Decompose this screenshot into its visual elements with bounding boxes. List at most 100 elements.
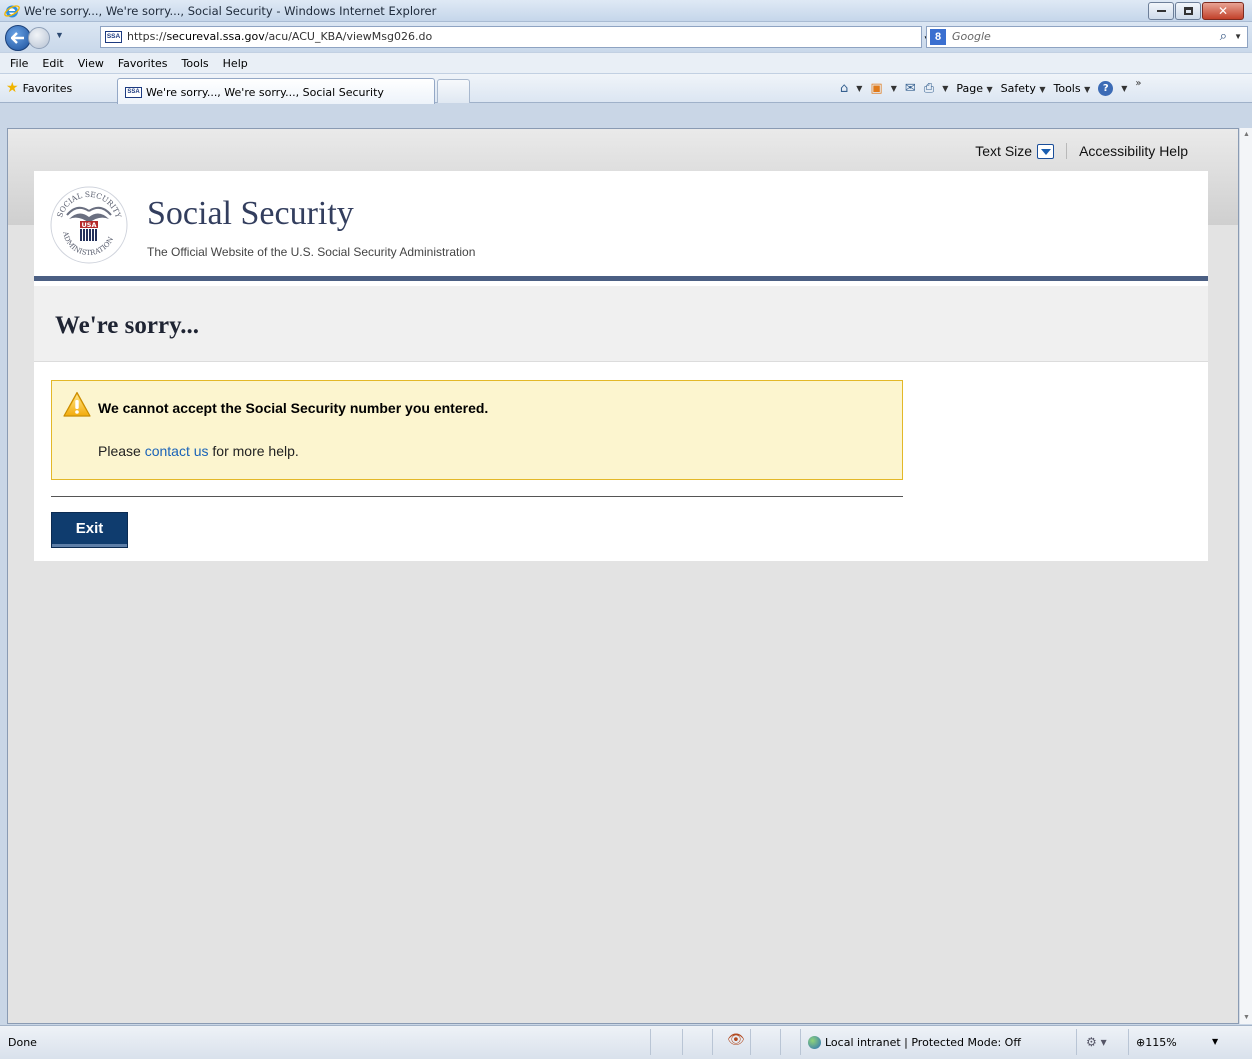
zoom-level[interactable]: ⊕115% [1136, 1036, 1177, 1049]
tab-label: We're sorry..., We're sorry..., Social S… [146, 86, 384, 99]
ssa-favicon: SSA [125, 87, 142, 98]
privacy-report-icon[interactable]: 👁 [727, 1032, 745, 1048]
home-icon[interactable]: ⌂ [840, 81, 848, 96]
menu-help[interactable]: Help [223, 57, 248, 70]
svg-text:USA: USA [82, 221, 97, 229]
favorites-label: Favorites [22, 81, 73, 95]
menu-file[interactable]: File [10, 57, 28, 70]
local-intranet-icon [808, 1036, 821, 1049]
back-arrow-icon [11, 32, 24, 44]
maximize-button[interactable] [1175, 2, 1201, 20]
maximize-icon [1183, 7, 1193, 15]
menu-edit[interactable]: Edit [42, 57, 63, 70]
page-content: SOCIAL SECURITY ADMINISTRATION USA Socia… [34, 171, 1208, 561]
print-dropdown-icon[interactable]: ▼ [942, 84, 948, 93]
search-placeholder: Google [952, 30, 991, 43]
text-size-label[interactable]: Text Size [975, 143, 1032, 159]
status-divider [712, 1029, 713, 1055]
safety-menu[interactable]: Safety ▼ [1001, 82, 1046, 95]
status-divider [1076, 1029, 1077, 1055]
alert-message: We cannot accept the Social Security num… [98, 400, 489, 416]
page-menu[interactable]: Page ▼ [956, 82, 992, 95]
text-size-dropdown-button[interactable] [1037, 143, 1055, 159]
page-heading-band: We're sorry... [34, 286, 1208, 362]
search-icon[interactable]: ⌕ [1220, 28, 1227, 44]
close-window-button[interactable]: ✕ [1202, 2, 1244, 20]
help-icon[interactable]: ? [1098, 81, 1114, 96]
tools-menu[interactable]: Tools ▼ [1053, 82, 1090, 95]
menu-view[interactable]: View [78, 57, 104, 70]
help-prefix: Please [98, 443, 145, 459]
status-divider [750, 1029, 751, 1055]
home-dropdown-icon[interactable]: ▼ [856, 84, 862, 93]
url-domain: secureval.ssa.gov [166, 30, 265, 43]
favorites-button[interactable]: ★ Favorites [6, 80, 72, 96]
minimize-button[interactable] [1148, 2, 1174, 20]
url-text[interactable]: https://secureval.ssa.gov/acu/ACU_KBA/vi… [127, 30, 432, 43]
forward-button[interactable] [28, 27, 50, 49]
url-path: /acu/ACU_KBA/viewMsg026.do [264, 30, 433, 43]
utility-separator [1066, 143, 1068, 159]
internet-explorer-icon [4, 5, 20, 18]
window-titlebar: We're sorry..., We're sorry..., Social S… [0, 0, 1252, 22]
alert-help-text: Please contact us for more help. [98, 443, 299, 459]
print-icon[interactable]: ⎙ [924, 81, 934, 96]
url-prefix: https:// [127, 30, 167, 43]
favorites-bar: ★ Favorites SSA We're sorry..., We're so… [0, 73, 1252, 104]
tools-menu-label: Tools [1053, 82, 1081, 95]
exit-button[interactable]: Exit [51, 512, 128, 548]
scroll-down-icon[interactable]: ▼ [1243, 1014, 1250, 1021]
status-divider [780, 1029, 781, 1055]
chevron-more-icon[interactable]: » [1135, 78, 1141, 89]
site-subtitle: The Official Website of the U.S. Social … [147, 245, 476, 259]
page-title: We're sorry... [55, 312, 199, 339]
page-viewport: Text Size Accessibility Help SOCIAL SECU… [7, 128, 1239, 1024]
status-divider [650, 1029, 651, 1055]
ssa-favicon: SSA [105, 31, 122, 43]
menu-favorites[interactable]: Favorites [118, 57, 168, 70]
menu-bar: File Edit View Favorites Tools Help [0, 52, 1252, 73]
zoom-dropdown-icon[interactable]: ▼ [1212, 1037, 1218, 1046]
protected-mode-icon[interactable]: ⚙ ▾ [1086, 1035, 1107, 1049]
utility-links: Text Size Accessibility Help [975, 143, 1188, 159]
status-divider [800, 1029, 801, 1055]
recent-pages-dropdown-icon[interactable]: ▼ [55, 30, 64, 40]
help-dropdown-icon[interactable]: ▼ [1121, 84, 1127, 93]
status-text: Done [8, 1036, 37, 1049]
tab-current[interactable]: SSA We're sorry..., We're sorry..., Soci… [117, 78, 435, 104]
feeds-icon[interactable]: ▣ [870, 81, 882, 96]
read-mail-icon[interactable]: ✉ [905, 81, 916, 96]
close-icon: ✕ [1217, 4, 1229, 18]
address-row: ▼ SSA https://secureval.ssa.gov/acu/ACU_… [0, 22, 1252, 52]
status-bar: Done 👁 Local intranet | Protected Mode: … [0, 1025, 1252, 1059]
new-tab-button[interactable] [437, 79, 470, 103]
content-divider [51, 496, 903, 497]
zone-label: Local intranet | Protected Mode: Off [825, 1036, 1021, 1049]
contact-us-link[interactable]: contact us [145, 443, 209, 459]
search-box[interactable]: 8 Google ⌕ ▼ [926, 26, 1248, 48]
feeds-dropdown-icon[interactable]: ▼ [891, 84, 897, 93]
accessibility-help-link[interactable]: Accessibility Help [1079, 143, 1188, 159]
zoom-value: 115% [1145, 1036, 1177, 1049]
ssa-seal-logo[interactable]: SOCIAL SECURITY ADMINISTRATION USA [49, 185, 129, 265]
vertical-scrollbar[interactable]: ▲ ▼ [1239, 128, 1252, 1024]
google-icon: 8 [930, 29, 946, 45]
command-bar: ⌂ ▼ ▣ ▼ ✉ ⎙ ▼ Page ▼ Safety ▼ Tools ▼ ? ▼ » [840, 78, 1142, 96]
menu-tools[interactable]: Tools [182, 57, 209, 70]
status-divider [1128, 1029, 1129, 1055]
address-bar[interactable]: SSA https://secureval.ssa.gov/acu/ACU_KB… [100, 26, 993, 48]
status-divider [682, 1029, 683, 1055]
page-menu-label: Page [956, 82, 983, 95]
site-title[interactable]: Social Security [147, 195, 354, 233]
search-options-dropdown-icon[interactable]: ▼ [1234, 32, 1242, 41]
security-zone[interactable]: Local intranet | Protected Mode: Off [808, 1036, 1021, 1049]
site-header: SOCIAL SECURITY ADMINISTRATION USA Socia… [34, 171, 1208, 281]
warning-alert: We cannot accept the Social Security num… [51, 380, 903, 480]
warning-icon [63, 391, 91, 417]
scroll-up-icon[interactable]: ▲ [1243, 131, 1250, 138]
safety-menu-label: Safety [1000, 82, 1036, 95]
help-suffix: for more help. [208, 443, 299, 459]
window-title: We're sorry..., We're sorry..., Social S… [24, 4, 437, 18]
favorites-star-icon: ★ [6, 80, 19, 96]
minimize-icon [1156, 10, 1166, 12]
